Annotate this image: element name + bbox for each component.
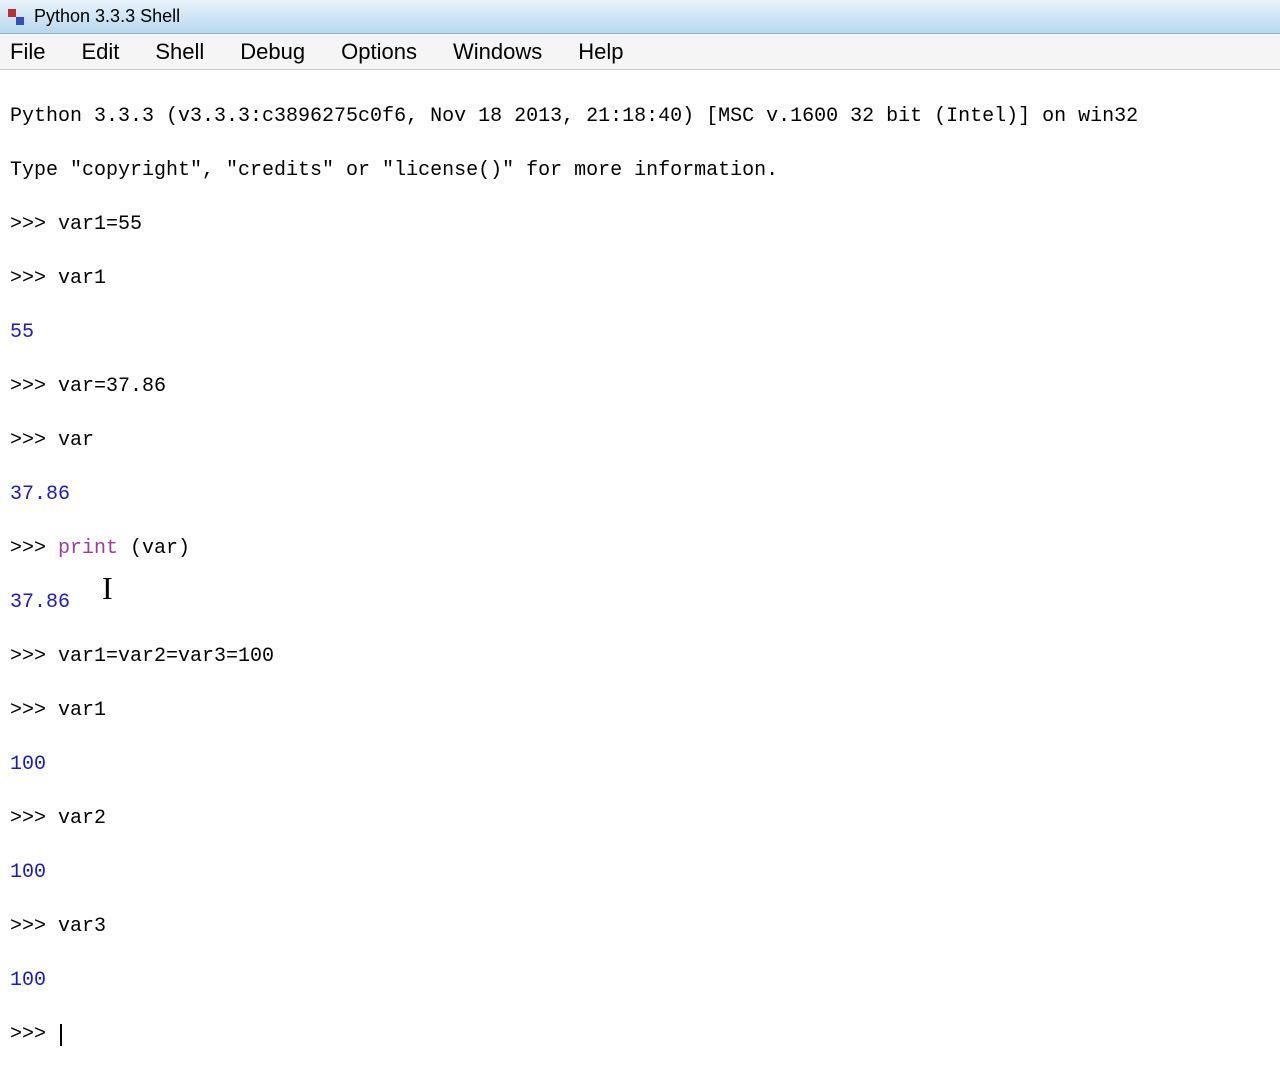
prompt: >>> <box>10 1023 58 1046</box>
input-line: >>> var3 <box>10 913 1270 940</box>
output-line: 37.86 <box>10 589 1270 616</box>
input-line: >>> var1=var2=var3=100 <box>10 643 1270 670</box>
input-line: >>> print (var) <box>10 535 1270 562</box>
input-line: >>> var2 <box>10 805 1270 832</box>
banner-line: Type "copyright", "credits" or "license(… <box>10 157 1270 184</box>
input-line-active[interactable]: >>> <box>10 1021 1270 1048</box>
prompt: >>> <box>10 375 58 398</box>
text-caret <box>60 1024 62 1046</box>
window-title: Python 3.3.3 Shell <box>34 6 180 27</box>
prompt: >>> <box>10 807 58 830</box>
app-icon <box>6 7 26 27</box>
menu-edit[interactable]: Edit <box>63 35 137 69</box>
menu-file[interactable]: File <box>0 35 63 69</box>
prompt: >>> <box>10 429 58 452</box>
menu-shell[interactable]: Shell <box>137 35 222 69</box>
code-text: var1 <box>58 699 106 722</box>
menu-windows[interactable]: Windows <box>435 35 560 69</box>
input-line: >>> var=37.86 <box>10 373 1270 400</box>
input-line: >>> var1 <box>10 265 1270 292</box>
input-line: >>> var1=55 <box>10 211 1270 238</box>
code-text: (var) <box>118 537 190 560</box>
output-line: 55 <box>10 319 1270 346</box>
code-text: var=37.86 <box>58 375 166 398</box>
titlebar: Python 3.3.3 Shell <box>0 0 1280 34</box>
prompt: >>> <box>10 267 58 290</box>
code-text: var1 <box>58 267 106 290</box>
output-line: 100 <box>10 859 1270 886</box>
terminal-area[interactable]: Python 3.3.3 (v3.3.3:c3896275c0f6, Nov 1… <box>0 70 1280 1081</box>
banner-line: Python 3.3.3 (v3.3.3:c3896275c0f6, Nov 1… <box>10 103 1270 130</box>
output-line: 100 <box>10 751 1270 778</box>
menu-debug[interactable]: Debug <box>222 35 323 69</box>
prompt: >>> <box>10 213 58 236</box>
prompt: >>> <box>10 699 58 722</box>
keyword-print: print <box>58 537 118 560</box>
input-line: >>> var <box>10 427 1270 454</box>
menubar: File Edit Shell Debug Options Windows He… <box>0 34 1280 70</box>
prompt: >>> <box>10 645 58 668</box>
code-text: var <box>58 429 94 452</box>
output-line: 37.86 <box>10 481 1270 508</box>
menu-options[interactable]: Options <box>323 35 435 69</box>
code-text: var2 <box>58 807 106 830</box>
code-text: var3 <box>58 915 106 938</box>
code-text: var1=55 <box>58 213 142 236</box>
code-text: var1=var2=var3=100 <box>58 645 274 668</box>
prompt: >>> <box>10 915 58 938</box>
output-line: 100 <box>10 967 1270 994</box>
mouse-cursor-ibeam: I <box>102 570 113 607</box>
prompt: >>> <box>10 537 58 560</box>
menu-help[interactable]: Help <box>560 35 641 69</box>
